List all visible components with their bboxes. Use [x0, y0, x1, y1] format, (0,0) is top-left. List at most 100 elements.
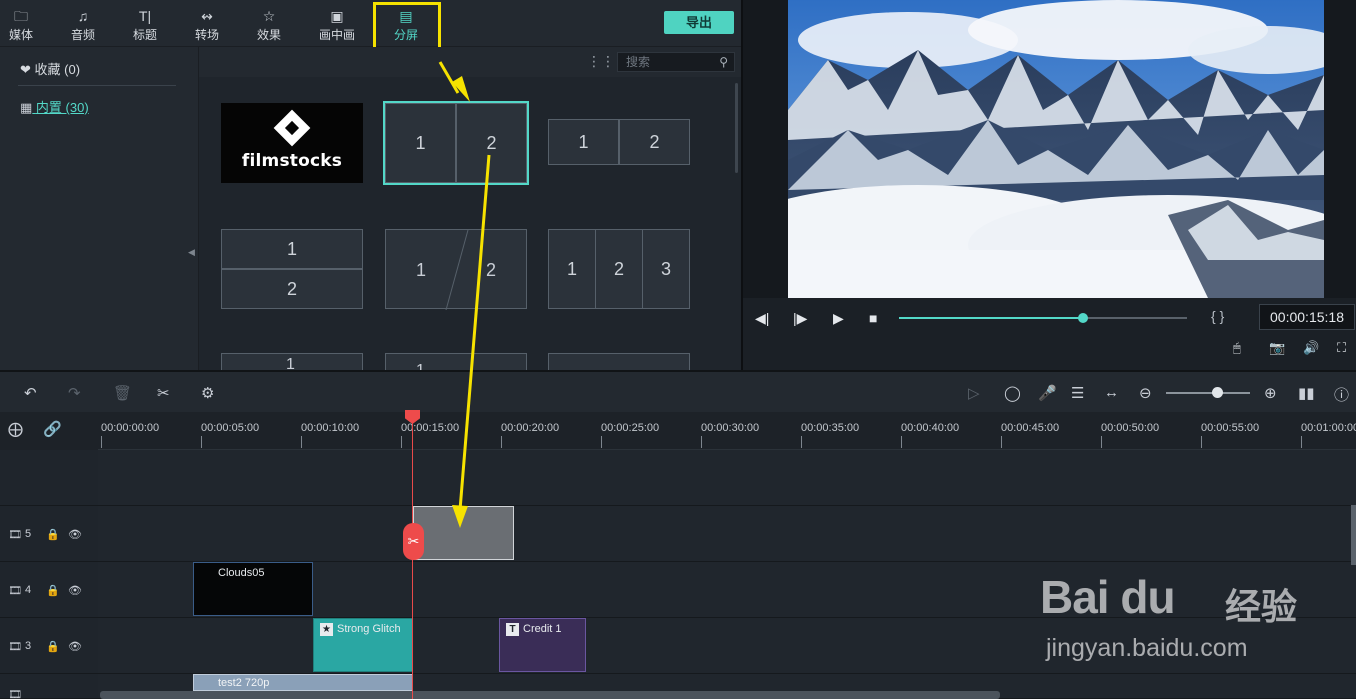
playhead-scissors-icon[interactable]: ✂ — [403, 523, 424, 560]
timeline-ruler[interactable]: 00:00:00:00 00:00:05:00 00:00:10:00 00:00:1… — [98, 412, 1356, 450]
track-empty[interactable] — [98, 450, 1356, 506]
eye-icon[interactable]: 👁 — [68, 528, 82, 541]
clip-credit[interactable]: T Credit 1 — [499, 618, 586, 672]
ruler-tick-label: 00:01:00:00 — [1301, 422, 1356, 434]
media-toolbar: 🗀 媒体 ♫ 音频 T| 标题 ↭ 转场 ☆ 效果 ▣ 画中画 ▤ 分屏 导出 — [0, 0, 741, 49]
film-icon: 🎞 — [8, 529, 22, 541]
diagonal-divider — [445, 230, 469, 310]
favorites-item[interactable]: ❤ 收藏 (0) — [20, 59, 80, 78]
tab-transitions[interactable]: ↭ 转场 — [178, 6, 236, 43]
pane-2: 2 — [619, 119, 690, 165]
split-screen-drop-clip[interactable] — [413, 506, 514, 560]
zoom-slider[interactable] — [1166, 392, 1250, 394]
lock-icon[interactable]: 🔒 — [46, 640, 60, 653]
preview-panel: ◀| |▶ ▶ ■ { } 00:00:15:18 🖱 📷 🔊 ⛶ — [741, 0, 1356, 370]
split-tile-2-diagonal[interactable]: 1 2 — [385, 229, 527, 310]
ruler-tick-label: 00:00:15:00 — [401, 422, 460, 434]
split-tile-partial-2[interactable]: 1 — [385, 353, 527, 370]
pane-1: 1 — [385, 103, 456, 183]
cut-scissors-icon[interactable]: ✂ — [157, 384, 170, 402]
render-icon[interactable]: ▷ — [968, 384, 980, 402]
stop-icon[interactable]: ■ — [869, 310, 877, 326]
clip-strong-glitch[interactable]: ★ Strong Glitch — [313, 618, 413, 672]
tab-audio[interactable]: ♫ 音频 — [54, 6, 112, 43]
split-tile-3-vertical[interactable]: 1 2 3 — [548, 229, 690, 309]
split-screen-library: ⋮⋮⋮ 搜索 ⚲ filmstocks 1 2 1 2 1 2 1 2 1 2 … — [199, 47, 741, 370]
ruler-tick-label: 00:00:00:00 — [101, 422, 160, 434]
clip-clouds[interactable]: Clouds05 — [193, 562, 313, 616]
track-4[interactable]: Clouds05 — [98, 562, 1356, 618]
tab-pip[interactable]: ▣ 画中画 — [308, 6, 366, 43]
volume-icon[interactable]: 🔊 — [1303, 340, 1319, 356]
unlink-icon[interactable]: 🔗 — [43, 420, 62, 438]
timeline-head-tools: ⨁ 🔗 — [0, 412, 98, 450]
builtin-item[interactable]: ▦ 内置 (30) — [20, 97, 89, 116]
split-view-icon[interactable]: ▮▮ — [1298, 384, 1315, 402]
redo-icon[interactable]: ↷ — [68, 384, 81, 402]
zoom-out-icon[interactable]: ⊖ — [1139, 384, 1152, 402]
tab-media[interactable]: 🗀 媒体 — [0, 6, 50, 43]
filmstocks-tile[interactable]: filmstocks — [221, 103, 363, 183]
ruler-tick — [501, 436, 502, 448]
ruler-tick-label: 00:00:05:00 — [201, 422, 260, 434]
pane-1: 1 — [416, 260, 427, 280]
search-input[interactable]: 搜索 ⚲ — [617, 52, 735, 72]
eye-icon[interactable]: 👁 — [68, 640, 82, 653]
split-tile-2-vertical-selected[interactable]: 1 2 — [383, 101, 529, 185]
delete-icon[interactable]: 🗑 — [113, 384, 132, 402]
library-header: ⋮⋮⋮ 搜索 ⚲ — [199, 47, 741, 77]
pane-2: 2 — [486, 260, 497, 280]
snapshot-camera-icon[interactable]: 📷 — [1269, 340, 1285, 356]
ruler-tick — [1301, 436, 1302, 448]
timeline-horizontal-scrollbar[interactable] — [100, 691, 1000, 699]
display-settings-icon[interactable]: 🖱 — [1233, 340, 1241, 356]
track-5[interactable] — [98, 506, 1356, 562]
split-tile-2-vertical[interactable]: 1 2 — [548, 119, 690, 165]
zoom-slider-knob[interactable] — [1212, 387, 1223, 398]
audio-mixer-icon[interactable]: ☰ — [1071, 384, 1084, 402]
split-tile-partial-1[interactable]: 1 — [221, 353, 363, 370]
marker-icon[interactable]: ◯ — [1004, 384, 1021, 402]
mark-in-out-brackets[interactable]: { } — [1211, 308, 1224, 324]
ruler-tick-label: 00:00:50:00 — [1101, 422, 1160, 434]
pane-2: 2 — [456, 103, 527, 183]
playback-controls: ◀| |▶ ▶ ■ { } 00:00:15:18 🖱 📷 🔊 ⛶ — [743, 298, 1356, 370]
export-button[interactable]: 导出 — [664, 11, 734, 34]
add-track-icon[interactable]: ⨁ — [8, 420, 23, 438]
tab-effects[interactable]: ☆ 效果 — [240, 6, 298, 43]
split-tile-2-horizontal[interactable]: 1 2 — [221, 229, 363, 309]
playback-progress-knob[interactable] — [1078, 313, 1089, 323]
split-tile-partial-3[interactable] — [548, 353, 690, 370]
search-icon[interactable]: ⚲ — [719, 53, 728, 71]
track-3[interactable]: ★ Strong Glitch T Credit 1 — [98, 618, 1356, 674]
music-note-icon: ♫ — [77, 8, 89, 24]
playback-progress-slider[interactable] — [899, 313, 1187, 323]
previous-frame-icon[interactable]: ◀| — [755, 310, 769, 327]
tab-titles[interactable]: T| 标题 — [116, 6, 174, 43]
timeline-vertical-scrollbar[interactable] — [1351, 505, 1356, 565]
fit-timeline-icon[interactable]: ↔ — [1104, 384, 1119, 401]
next-frame-icon[interactable]: |▶ — [793, 310, 807, 327]
track-header-empty — [0, 450, 98, 506]
clip-video[interactable]: test2 720p — [193, 674, 413, 691]
help-icon[interactable]: ⓘ — [1334, 384, 1349, 405]
filmstocks-logo-icon — [273, 109, 311, 147]
play-icon[interactable]: ▶ — [833, 310, 844, 327]
preview-video-frame — [788, 0, 1324, 298]
undo-icon[interactable]: ↶ — [24, 384, 37, 402]
lock-icon[interactable]: 🔒 — [46, 584, 60, 597]
ruler-tick — [901, 436, 902, 448]
lock-icon[interactable]: 🔒 — [46, 528, 60, 541]
library-scrollbar[interactable] — [735, 83, 738, 173]
pane-1: 1 — [548, 119, 619, 165]
eye-icon[interactable]: 👁 — [68, 584, 82, 597]
heart-icon: ❤ — [20, 62, 31, 77]
ruler-tick — [801, 436, 802, 448]
collapse-arrow-icon[interactable]: ◀ — [188, 247, 195, 258]
ruler-tick-label: 00:00:30:00 — [701, 422, 760, 434]
adjust-icon[interactable]: ⚙ — [201, 384, 214, 402]
microphone-icon[interactable]: 🎤 — [1038, 384, 1057, 402]
zoom-in-icon[interactable]: ⊕ — [1264, 384, 1277, 402]
fullscreen-icon[interactable]: ⛶ — [1337, 340, 1346, 356]
ruler-tick — [101, 436, 102, 448]
